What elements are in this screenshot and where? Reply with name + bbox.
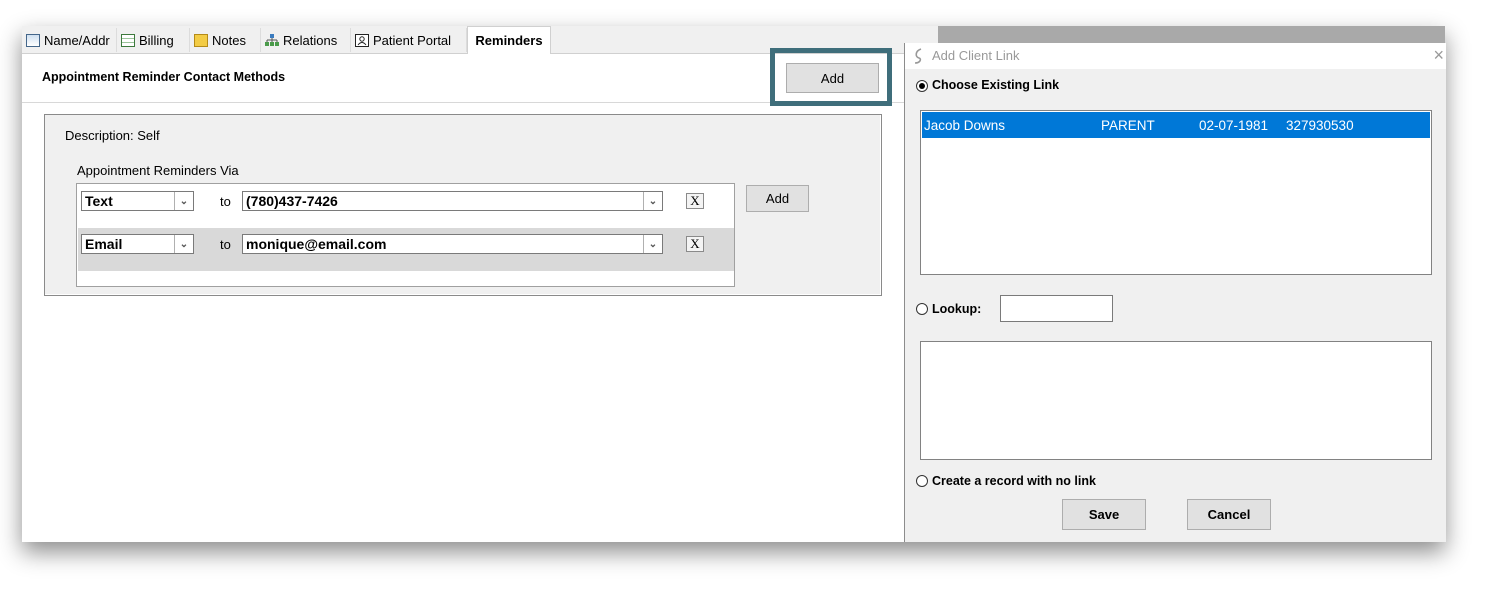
add-client-link-dialog: Add Client Link × Choose Existing Link J… [904,43,1446,542]
add-reminder-button[interactable]: Add [746,185,809,212]
dialog-title: Add Client Link [932,48,1020,63]
list-item: Email ⌄ to monique@email.com ⌄ X [78,228,734,271]
choose-existing-label: Choose Existing Link [932,78,1060,92]
tab-reminders[interactable]: Reminders [467,26,551,54]
tab-notes[interactable]: Notes [190,28,261,52]
contact-value-select[interactable]: monique@email.com ⌄ [242,234,663,254]
close-icon[interactable]: × [1433,45,1444,66]
tab-billing[interactable]: Billing [117,28,190,52]
no-link-radio[interactable] [916,475,928,487]
relations-tree-icon [265,33,279,46]
method-select[interactable]: Text ⌄ [81,191,194,211]
to-label: to [220,237,231,252]
chevron-down-icon[interactable]: ⌄ [643,192,662,210]
contact-value-select[interactable]: (780)437-7426 ⌄ [242,191,663,211]
list-item: Text ⌄ to (780)437-7426 ⌄ X [78,185,734,228]
remove-row-button[interactable]: X [686,236,704,252]
list-item[interactable]: Jacob Downs PARENT 02-07-1981 327930530 [922,112,1430,138]
chevron-down-icon[interactable]: ⌄ [643,235,662,253]
to-label: to [220,194,231,209]
no-link-label: Create a record with no link [932,474,1096,488]
lookup-input[interactable] [1000,295,1113,322]
lookup-label: Lookup: [932,302,982,316]
dialog-title-bar: Add Client Link × [905,43,1446,69]
description-label: Description: Self [65,128,160,143]
billing-calculator-icon [121,33,135,47]
reminder-methods-list: Text ⌄ to (780)437-7426 ⌄ X Email ⌄ to m… [76,183,735,287]
section-title: Appointment Reminder Contact Methods [42,70,286,84]
link-dob: 02-07-1981 [1199,117,1269,133]
cancel-button[interactable]: Cancel [1187,499,1271,530]
add-contact-method-button[interactable]: Add [786,63,879,93]
lookup-results-list[interactable] [920,341,1432,460]
lookup-radio[interactable] [916,303,928,315]
address-card-icon [26,33,40,47]
portal-person-icon [355,33,369,47]
app-logo-icon [914,48,922,64]
choose-existing-radio[interactable] [916,80,928,92]
link-id: 327930530 [1286,117,1354,133]
tab-patient-portal[interactable]: Patient Portal [351,28,467,52]
remove-row-button[interactable]: X [686,193,704,209]
tab-name-addr[interactable]: Name/Addr [22,28,117,52]
chevron-down-icon[interactable]: ⌄ [174,235,193,253]
link-relation: PARENT [1101,117,1155,133]
background-strip [938,26,1445,43]
save-button[interactable]: Save [1062,499,1146,530]
chevron-down-icon[interactable]: ⌄ [174,192,193,210]
notes-pencil-icon [194,33,208,47]
reminders-via-label: Appointment Reminders Via [77,163,239,178]
method-select[interactable]: Email ⌄ [81,234,194,254]
link-name: Jacob Downs [924,117,1006,133]
tab-relations[interactable]: Relations [261,28,351,52]
existing-links-list[interactable]: Jacob Downs PARENT 02-07-1981 327930530 [920,110,1432,275]
